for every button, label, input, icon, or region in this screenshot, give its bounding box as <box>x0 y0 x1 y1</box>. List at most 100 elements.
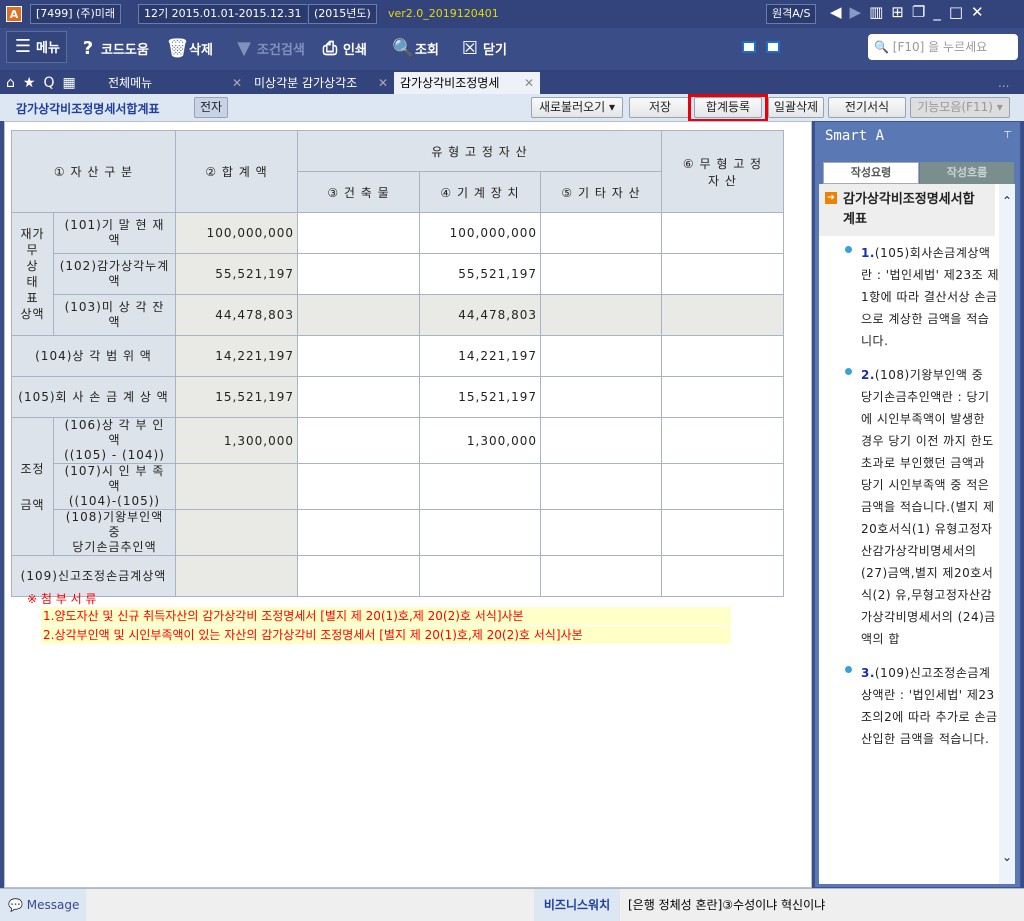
other-cell[interactable] <box>540 509 662 556</box>
total-cell[interactable]: 55,521,197 <box>175 253 298 295</box>
intangible-cell[interactable] <box>661 509 784 556</box>
scroll-down-icon[interactable]: ⌄ <box>999 850 1015 864</box>
total-cell[interactable]: 14,221,197 <box>175 335 298 377</box>
intangible-cell[interactable] <box>661 253 784 295</box>
machine-cell[interactable] <box>419 555 541 597</box>
building-cell[interactable] <box>297 294 420 336</box>
layout-icon-2[interactable] <box>766 41 780 53</box>
year-label[interactable]: (2015년도) <box>308 4 377 24</box>
item-number: 3. <box>861 666 875 680</box>
pin-icon[interactable]: ⊤ <box>1003 130 1012 141</box>
tab-all-menu[interactable]: 전체메뉴 <box>108 72 152 94</box>
more-tabs-button[interactable]: ... <box>998 72 1009 94</box>
other-cell[interactable] <box>540 294 662 336</box>
back-arrow-icon[interactable]: ◀ <box>830 3 850 21</box>
total-cell[interactable]: 1,300,000 <box>175 417 298 464</box>
message-button[interactable]: 💬 Message <box>0 889 86 921</box>
machine-cell[interactable]: 1,300,000 <box>419 417 541 464</box>
tab-writing-guide[interactable]: 작성요령 <box>823 162 919 184</box>
machine-cell[interactable] <box>419 509 541 556</box>
intangible-cell[interactable] <box>661 417 784 464</box>
building-cell[interactable] <box>297 212 420 254</box>
total-cell[interactable]: 44,478,803 <box>175 294 298 336</box>
grid-icon[interactable]: ⊞ <box>891 3 912 21</box>
bulk-delete-button[interactable]: 일괄삭제 <box>768 97 824 118</box>
tab-close-icon[interactable]: ✕ <box>232 72 242 94</box>
building-cell[interactable] <box>297 417 420 464</box>
scrollbar[interactable]: ⌃ ⌄ <box>999 184 1015 884</box>
total-cell[interactable] <box>175 509 298 556</box>
tab-depreciation-adjustment[interactable]: 감가상각비조정명세 ✕ <box>394 72 540 94</box>
close-icon[interactable]: ✕ <box>971 3 992 21</box>
other-cell[interactable] <box>540 555 662 597</box>
tab-writing-flow[interactable]: 작성흐름 <box>920 162 1014 184</box>
main-content: ① 자 산 구 분 ② 합 계 액 유 형 고 정 자 산 ⑥ 무 형 고 정 … <box>4 121 812 888</box>
tab-close-icon[interactable]: ✕ <box>524 72 534 94</box>
menu-button[interactable]: ☰ 메뉴 <box>6 31 67 63</box>
intangible-cell[interactable] <box>661 212 784 254</box>
remote-as-button[interactable]: 원격A/S <box>766 4 817 24</box>
attachment-item: 1.양도자산 및 신규 취득자산의 감가상각비 조정명세서 [별지 제 20(1… <box>41 607 731 625</box>
other-cell[interactable] <box>540 212 662 254</box>
delete-button[interactable]: 🗑삭제 <box>166 36 213 62</box>
building-cell[interactable] <box>297 253 420 295</box>
calendar-icon[interactable]: ▦ <box>62 75 83 91</box>
minimize-icon[interactable]: _ <box>933 3 949 21</box>
machine-cell[interactable]: 14,221,197 <box>419 335 541 377</box>
menu-search-input[interactable]: 🔍 [F10] 을 누르세요 <box>868 34 1018 60</box>
intangible-cell[interactable] <box>661 376 784 418</box>
other-cell[interactable] <box>540 335 662 377</box>
functions-dropdown[interactable]: 기능모음(F11) ▾ <box>910 97 1010 118</box>
window-icon[interactable]: ❐ <box>912 3 933 21</box>
group-label-line: 태 <box>26 275 39 289</box>
item-text: (108)기왕부인액 중 당기손금추인액란 : 당기에 시인부족액이 발생한 경… <box>861 368 996 646</box>
building-cell[interactable] <box>297 335 420 377</box>
layout-icon-1[interactable] <box>742 41 756 53</box>
other-cell[interactable] <box>540 376 662 418</box>
previous-form-button[interactable]: 전기서식 <box>828 97 906 118</box>
maximize-icon[interactable]: □ <box>949 3 971 21</box>
total-cell[interactable] <box>175 555 298 597</box>
total-cell[interactable]: 15,521,197 <box>175 376 298 418</box>
lookup-button[interactable]: 🔍조회 <box>392 36 439 62</box>
tab-undepreciated[interactable]: 미상각분 감가상각조 <box>254 72 357 94</box>
bullet-icon <box>845 368 852 375</box>
intangible-cell[interactable] <box>661 294 784 336</box>
app-icon: A <box>6 6 22 22</box>
code-help-button[interactable]: ? 코드도움 <box>78 36 149 62</box>
lookup-label: 조회 <box>415 43 439 58</box>
quick-search-icon[interactable]: Q <box>43 75 62 91</box>
building-cell[interactable] <box>297 463 420 510</box>
home-icon[interactable]: ⌂ <box>6 75 23 91</box>
intangible-cell[interactable] <box>661 555 784 597</box>
save-button[interactable]: 저장 <box>629 97 691 118</box>
building-cell[interactable] <box>297 376 420 418</box>
machine-cell[interactable]: 44,478,803 <box>419 294 541 336</box>
total-cell[interactable]: 100,000,000 <box>175 212 298 254</box>
other-cell[interactable] <box>540 253 662 295</box>
machine-cell[interactable]: 100,000,000 <box>419 212 541 254</box>
intangible-cell[interactable] <box>661 335 784 377</box>
machine-cell[interactable]: 15,521,197 <box>419 376 541 418</box>
scroll-up-icon[interactable]: ⌃ <box>999 194 1015 208</box>
other-cell[interactable] <box>540 463 662 510</box>
company-selector[interactable]: [7499] (주)미래 <box>30 4 122 24</box>
star-icon[interactable]: ★ <box>23 75 44 91</box>
period-selector[interactable]: 12기 2015.01.01-2015.12.31 <box>138 4 307 24</box>
intangible-cell[interactable] <box>661 463 784 510</box>
other-cell[interactable] <box>540 417 662 464</box>
book-icon[interactable]: ▥ <box>869 3 891 21</box>
e-filing-badge[interactable]: 전자 <box>194 97 228 118</box>
building-cell[interactable] <box>297 555 420 597</box>
close-screen-button[interactable]: ☒ 닫기 <box>460 36 507 62</box>
tab-close-icon[interactable]: ✕ <box>378 72 388 94</box>
total-cell[interactable] <box>175 463 298 510</box>
reload-dropdown[interactable]: 새로불러오기 ▾ <box>531 97 623 118</box>
machine-cell[interactable]: 55,521,197 <box>419 253 541 295</box>
news-ticker[interactable]: [은행 정체성 혼란]③수성이냐 혁신이냐 <box>628 889 825 921</box>
print-button[interactable]: ⎙ 인쇄 <box>320 36 367 62</box>
building-cell[interactable] <box>297 509 420 556</box>
machine-cell[interactable] <box>419 463 541 510</box>
filter-button[interactable]: ▼ 조건검색 <box>234 36 305 62</box>
forward-arrow-icon[interactable]: ▶ <box>850 3 870 21</box>
